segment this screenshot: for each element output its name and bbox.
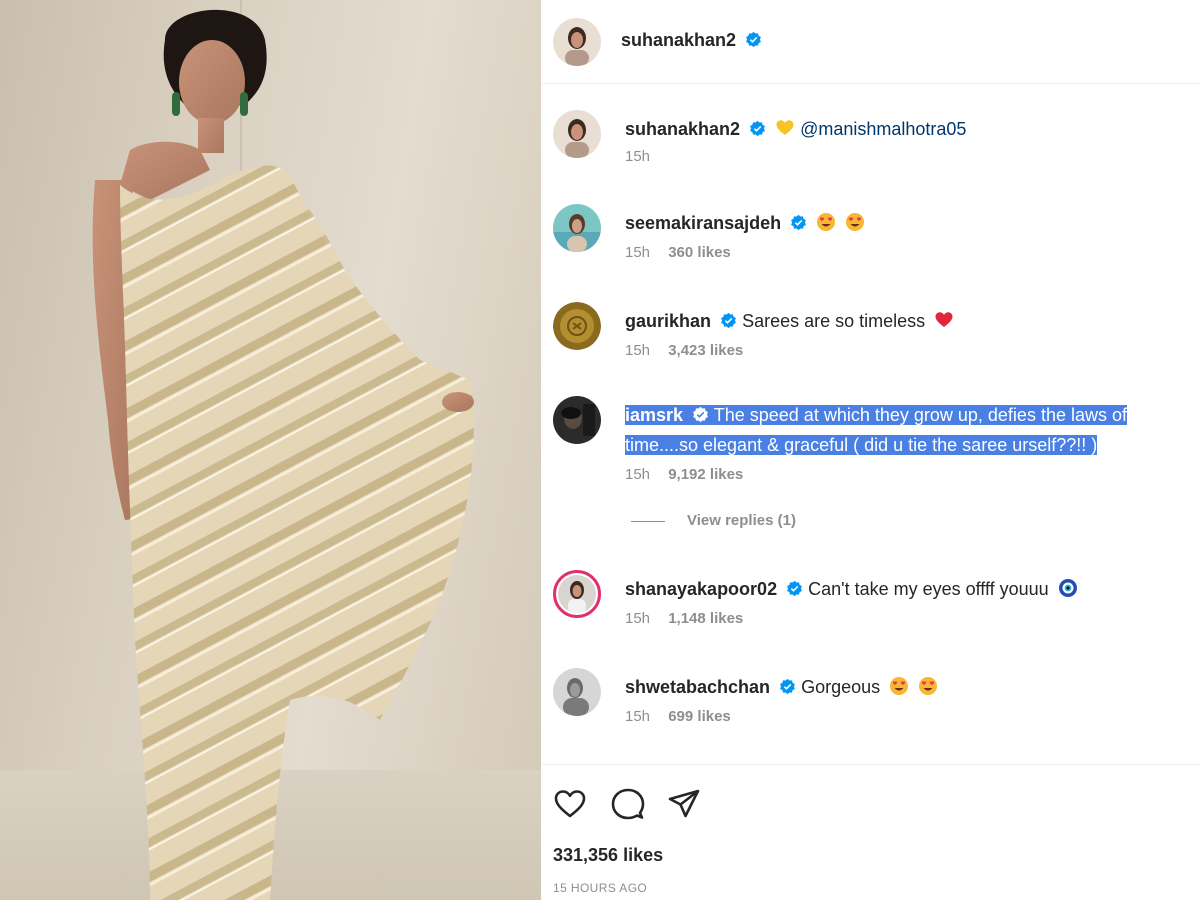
red-heart-icon — [935, 312, 953, 327]
commenter-username[interactable]: gaurikhan — [625, 311, 711, 331]
commenter-avatar[interactable] — [553, 302, 601, 350]
comments-list: suhanakhan2 @manishmalhotra05 15h seemak… — [541, 84, 1200, 764]
view-replies-button[interactable]: View replies (1) — [631, 512, 796, 529]
comment-time: 15h — [625, 342, 651, 359]
commenter-username[interactable]: shanayakapoor02 — [625, 579, 777, 599]
yellow-heart-icon — [776, 120, 794, 135]
comment-meta: 15h 360 likes — [625, 244, 745, 261]
comment-time: 15h — [625, 466, 651, 483]
commenter-avatar[interactable] — [553, 110, 601, 158]
comment-meta: 15h 9,192 likes — [625, 466, 757, 483]
comment-text-row: suhanakhan2 @manishmalhotra05 — [625, 114, 1185, 144]
author-username[interactable]: suhanakhan2 — [621, 30, 736, 50]
comment-likes[interactable]: 699 likes — [668, 708, 731, 725]
post-details-panel: suhanakhan2 suhanakhan2 @manishmalhotra0… — [541, 0, 1200, 900]
comment-likes[interactable]: 3,423 likes — [668, 342, 743, 359]
post-like-count[interactable]: 331,356 likes — [553, 845, 663, 866]
comment-time: 15h — [625, 244, 651, 261]
comment-time: 15h — [625, 708, 651, 725]
comment-text-row: shwetabachchan Gorgeous — [625, 672, 1185, 702]
comment-body: Can't take my eyes offff youuu — [808, 579, 1049, 599]
nazar-amulet-icon — [1058, 579, 1077, 597]
comment-text-row: gaurikhan Sarees are so timeless — [625, 306, 1185, 336]
replies-divider — [631, 520, 665, 522]
speech-bubble-icon[interactable] — [611, 787, 645, 821]
selected-text: iamsrk The speed at which they grow up, … — [625, 405, 1127, 455]
comment-likes[interactable]: 1,148 likes — [668, 610, 743, 627]
heart-eyes-emoji-icon — [890, 677, 909, 695]
post-timestamp: 15 HOURS AGO — [553, 881, 648, 895]
mention-link[interactable]: @manishmalhotra05 — [800, 119, 966, 139]
post-actions-bar: 331,356 likes 15 HOURS AGO — [541, 764, 1200, 900]
comment-text-row: shanayakapoor02 Can't take my eyes offff… — [625, 574, 1185, 604]
commenter-avatar[interactable] — [553, 204, 601, 252]
verified-badge-icon — [780, 678, 795, 695]
verified-badge-icon — [791, 214, 807, 231]
commenter-username[interactable]: shwetabachchan — [625, 677, 770, 697]
comment-likes[interactable]: 9,192 likes — [668, 466, 743, 483]
commenter-username[interactable]: seemakiransajdeh — [625, 213, 781, 233]
heart-eyes-emoji-icon — [919, 677, 938, 695]
comment-body: Sarees are so timeless — [742, 311, 926, 331]
comment-meta: 15h 1,148 likes — [625, 610, 757, 627]
woman-in-saree-illustration — [92, 9, 474, 900]
comment-meta: 15h 699 likes — [625, 708, 745, 725]
commenter-username[interactable]: iamsrk — [625, 405, 683, 425]
comment-meta: 15h 3,423 likes — [625, 342, 757, 359]
heart-eyes-emoji-icon — [846, 213, 865, 231]
heart-outline-icon[interactable] — [553, 787, 587, 821]
comment-text-row: iamsrk The speed at which they grow up, … — [625, 400, 1185, 460]
heart-eyes-emoji-icon — [817, 213, 836, 231]
comment-text-row: seemakiransajdeh — [625, 208, 1185, 238]
comment-time: 15h — [625, 610, 651, 627]
verified-badge-icon — [693, 406, 708, 423]
commenter-avatar[interactable] — [553, 668, 601, 716]
post-photo[interactable] — [0, 0, 541, 900]
paper-plane-icon[interactable] — [667, 787, 701, 821]
comment-likes[interactable]: 360 likes — [668, 244, 731, 261]
commenter-avatar-story-ring[interactable] — [553, 570, 601, 618]
comment-meta: 15h — [625, 148, 664, 165]
view-replies-label: View replies (1) — [687, 512, 796, 529]
comment-time: 15h — [625, 148, 651, 165]
author-avatar[interactable] — [553, 18, 601, 66]
author-username-row[interactable]: suhanakhan2 — [621, 30, 762, 51]
commenter-username[interactable]: suhanakhan2 — [625, 119, 740, 139]
verified-badge-icon — [721, 312, 736, 329]
commenter-avatar[interactable] — [553, 396, 601, 444]
post-header: suhanakhan2 — [541, 0, 1200, 84]
verified-badge-icon — [750, 120, 765, 137]
comment-body: Gorgeous — [801, 677, 881, 697]
verified-badge-icon — [787, 580, 802, 597]
verified-badge-icon — [745, 31, 761, 48]
